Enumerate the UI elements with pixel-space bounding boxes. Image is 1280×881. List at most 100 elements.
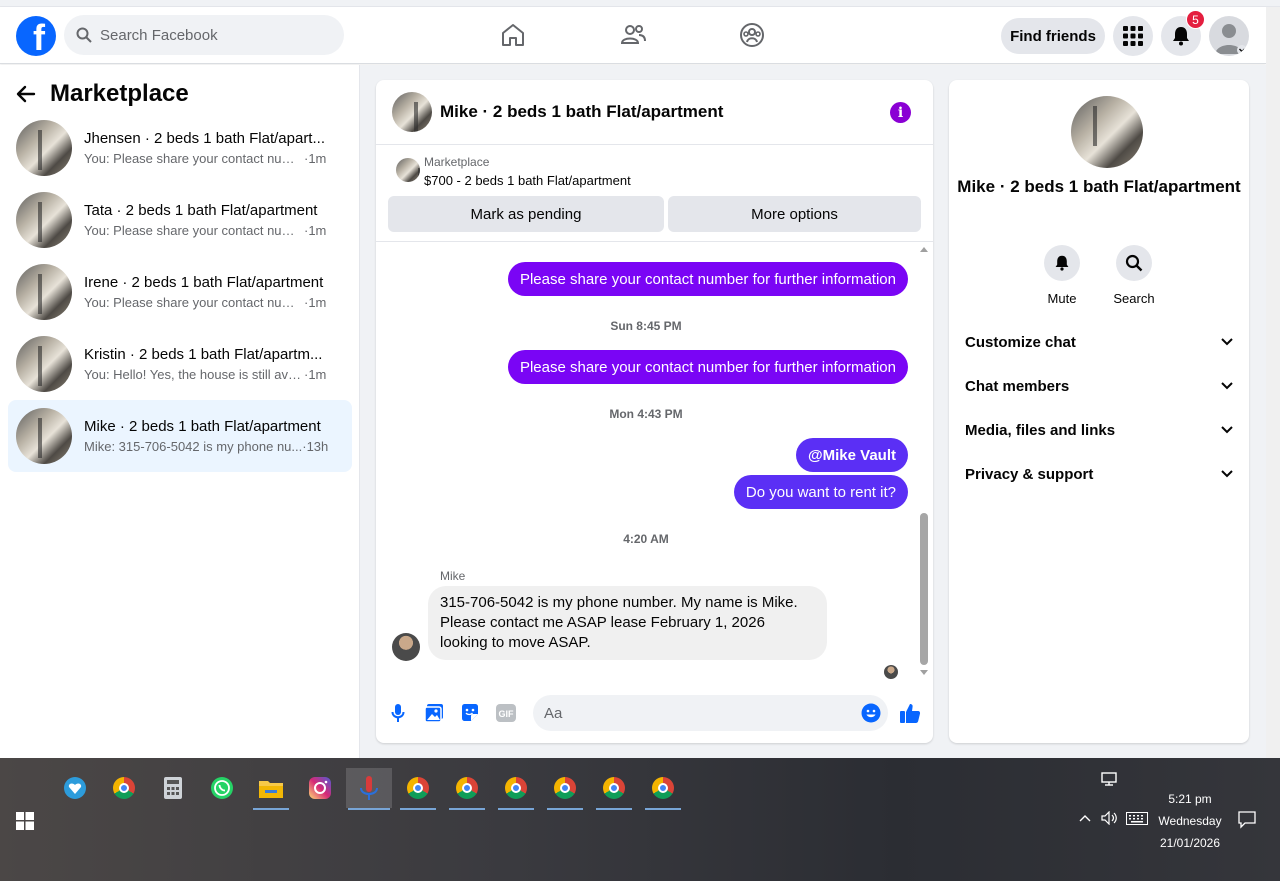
chat-panel: Mike · 2 beds 1 bath Flat/apartment i Ma… <box>376 80 933 743</box>
scroll-up-arrow-icon[interactable] <box>919 245 929 253</box>
timestamp: Mon 4:43 PM <box>609 407 683 421</box>
browser-top-strip <box>0 0 1280 7</box>
conversation-name: Tata · 2 beds 1 bath Flat/apartment <box>84 202 318 219</box>
outgoing-message[interactable]: Do you want to rent it? <box>733 475 908 509</box>
conversation-item[interactable]: Tata · 2 beds 1 bath Flat/apartment You:… <box>8 184 352 256</box>
section-label: Media, files and links <box>965 421 1116 439</box>
section-label: Privacy & support <box>965 465 1094 483</box>
chat-scrollbar[interactable] <box>917 243 931 683</box>
more-options-button[interactable]: More options <box>668 196 921 232</box>
details-title: Mike · 2 beds 1 bath Flat/apartment <box>957 177 1241 196</box>
incoming-message[interactable]: 315-706-5042 is my phone number. My name… <box>428 586 827 660</box>
chrome-icon[interactable] <box>104 768 144 808</box>
mark-as-pending-button[interactable]: Mark as pending <box>388 196 664 232</box>
listing-thumbnail-small[interactable] <box>396 158 420 182</box>
chat-avatar[interactable] <box>392 92 432 132</box>
instagram-icon[interactable] <box>300 768 340 808</box>
message-input-placeholder: Aa <box>544 704 563 722</box>
conversation-time: ·1m <box>304 367 327 382</box>
message-list: Please share your contact number for fur… <box>376 243 933 683</box>
sticker-icon[interactable] <box>459 702 481 724</box>
media-files-links-section[interactable]: Media, files and links <box>965 416 1233 444</box>
chat-members-section[interactable]: Chat members <box>965 372 1233 400</box>
file-explorer-icon[interactable] <box>251 768 291 810</box>
chevron-down-icon <box>1221 426 1233 434</box>
privacy-support-section[interactable]: Privacy & support <box>965 460 1233 488</box>
conversation-time: ·13h <box>302 439 329 454</box>
search-icon <box>1125 254 1143 272</box>
mention-message[interactable]: @Mike Vault <box>796 438 908 472</box>
account-avatar[interactable] <box>1209 16 1249 56</box>
gif-icon[interactable]: GIF <box>495 702 517 724</box>
thumbs-up-icon[interactable] <box>899 702 921 724</box>
conversation-item-active[interactable]: Mike · 2 beds 1 bath Flat/apartment Mike… <box>8 400 352 472</box>
mute-button[interactable]: Mute <box>1032 245 1092 306</box>
chrome-profile-icon[interactable] <box>496 768 536 810</box>
facebook-logo-icon[interactable]: f <box>16 16 56 56</box>
page-scrollbar[interactable] <box>1266 7 1280 758</box>
listing-thumbnail <box>16 336 72 392</box>
search-in-conversation-button[interactable]: Search <box>1104 245 1164 306</box>
mute-label: Mute <box>1047 291 1077 306</box>
network-desktop-icon[interactable] <box>1101 772 1119 786</box>
chevron-up-icon[interactable] <box>1079 814 1091 822</box>
message-input[interactable]: Aa <box>533 695 888 731</box>
conversation-item[interactable]: Kristin · 2 beds 1 bath Flat/apartm... Y… <box>8 328 352 400</box>
svg-text:GIF: GIF <box>499 709 515 719</box>
photo-icon[interactable] <box>423 702 445 724</box>
chrome-profile-icon[interactable] <box>447 768 487 810</box>
search-icon <box>76 27 92 43</box>
sender-avatar[interactable] <box>392 633 420 661</box>
chrome-profile-icon[interactable] <box>643 768 683 810</box>
chat-title[interactable]: Mike · 2 beds 1 bath Flat/apartment <box>440 102 723 122</box>
groups-icon[interactable] <box>738 21 766 49</box>
chrome-profile-icon[interactable] <box>545 768 585 810</box>
menu-button[interactable] <box>1113 16 1153 56</box>
conversation-preview: You: Hello! Yes, the house is still avai… <box>84 367 304 382</box>
home-icon[interactable] <box>499 21 527 49</box>
conversation-preview: You: Please share your contact numb... <box>84 151 304 166</box>
friends-icon[interactable] <box>619 21 647 49</box>
back-arrow-icon[interactable] <box>16 84 36 104</box>
scroll-down-arrow-icon[interactable] <box>919 669 929 677</box>
conversation-time: ·1m <box>304 223 327 238</box>
conversation-item[interactable]: Irene · 2 beds 1 bath Flat/apartment You… <box>8 256 352 328</box>
notification-center-icon[interactable] <box>1238 811 1256 829</box>
system-clock[interactable]: 5:21 pm Wednesday 21/01/2026 <box>1150 788 1230 854</box>
info-icon[interactable]: i <box>890 102 911 123</box>
search-input[interactable]: Search Facebook <box>64 15 344 55</box>
windows-start-icon[interactable] <box>16 812 34 830</box>
section-label: Chat members <box>965 377 1070 395</box>
windows-taskbar: 5:21 pm Wednesday 21/01/2026 <box>0 758 1280 881</box>
chrome-profile-icon[interactable] <box>398 768 438 810</box>
details-avatar[interactable] <box>1071 96 1143 168</box>
keyboard-icon[interactable] <box>1126 812 1148 825</box>
emoji-icon[interactable] <box>860 702 882 724</box>
app-icon-blue-heart[interactable] <box>55 768 95 808</box>
active-app-icon[interactable] <box>346 768 392 810</box>
calculator-icon[interactable] <box>153 768 193 808</box>
conversation-time: ·1m <box>304 151 327 166</box>
chevron-down-icon <box>1221 470 1233 478</box>
conversation-name: Jhensen · 2 beds 1 bath Flat/apart... <box>84 130 325 147</box>
microphone-icon[interactable] <box>387 702 409 724</box>
volume-icon[interactable] <box>1101 811 1119 825</box>
chrome-profile-icon[interactable] <box>594 768 634 810</box>
conversation-preview: Mike: 315-706-5042 is my phone nu... <box>84 439 303 454</box>
outgoing-message[interactable]: Please share your contact number for fur… <box>507 262 908 296</box>
bell-icon <box>1173 27 1189 46</box>
chat-header: Mike · 2 beds 1 bath Flat/apartment i <box>376 80 933 145</box>
whatsapp-icon[interactable] <box>202 768 242 808</box>
conversation-preview: You: Please share your contact numb... <box>84 223 304 238</box>
message-composer: GIF Aa <box>376 683 933 743</box>
marketplace-sidebar: Marketplace Jhensen · 2 beds 1 bath Flat… <box>0 65 360 758</box>
chat-scroll-thumb[interactable] <box>920 513 928 665</box>
listing-thumbnail <box>16 120 72 176</box>
listing-price[interactable]: $700 - 2 beds 1 bath Flat/apartment <box>424 173 631 188</box>
outgoing-message[interactable]: Please share your contact number for fur… <box>507 350 908 384</box>
customize-chat-section[interactable]: Customize chat <box>965 328 1233 356</box>
conversation-item[interactable]: Jhensen · 2 beds 1 bath Flat/apart... Yo… <box>8 112 352 184</box>
find-friends-button[interactable]: Find friends <box>1001 18 1105 54</box>
conversation-time: ·1m <box>304 295 327 310</box>
conversation-details-panel: Mike · 2 beds 1 bath Flat/apartment Mute… <box>949 80 1249 743</box>
